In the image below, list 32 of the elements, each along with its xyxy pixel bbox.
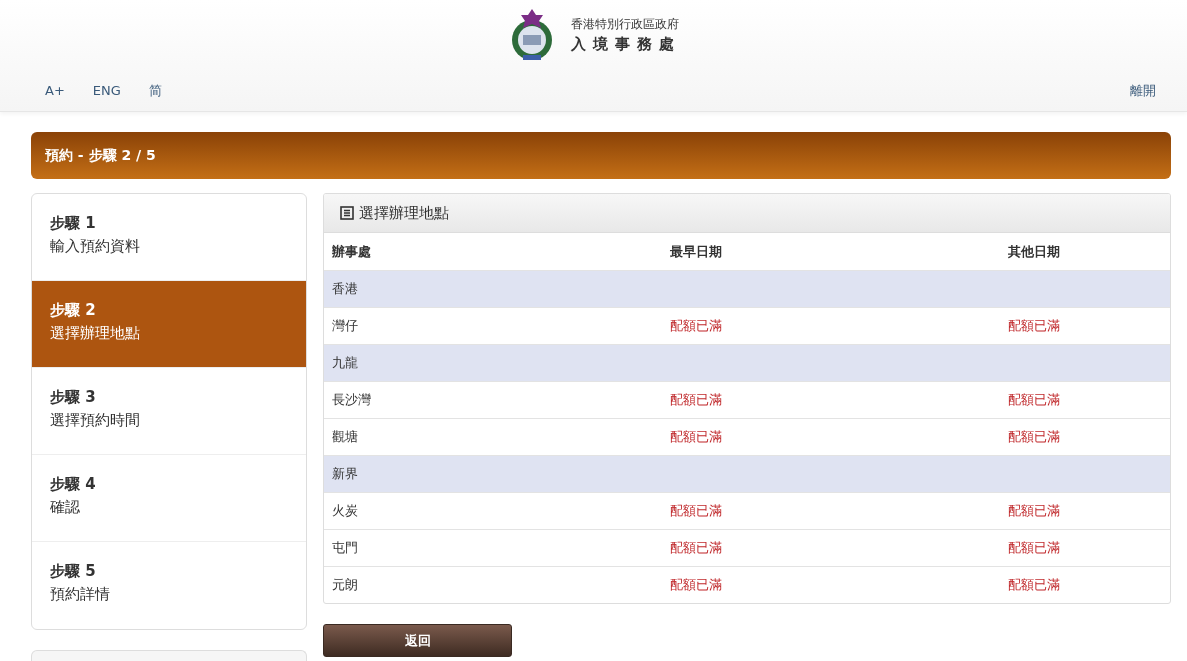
panel-title: 選擇辦理地點 (359, 202, 449, 224)
department-name: 入 境 事 務 處 (570, 33, 677, 55)
column-header: 其他日期 (1000, 233, 1170, 270)
office-name: 火炭 (324, 492, 662, 529)
back-button[interactable]: 返回 (323, 624, 512, 657)
region-name: 新界 (324, 455, 662, 492)
quota-status: 配額已滿 (1000, 529, 1170, 566)
step-item[interactable]: 步驟 2 選擇辦理地點 (32, 281, 306, 368)
office-name: 長沙灣 (324, 381, 662, 418)
column-header: 最早日期 (662, 233, 1000, 270)
step-title-bar: 預約 - 步驟 2 / 5 (31, 132, 1171, 179)
quota-status: 配額已滿 (662, 566, 1000, 603)
office-name: 屯門 (324, 529, 662, 566)
column-header: 辦事處 (324, 233, 662, 270)
office-name: 元朗 (324, 566, 662, 603)
government-name: 香港特別行政區政府 (570, 15, 679, 33)
step-item[interactable]: 步驟 3 選擇預約時間 (32, 368, 306, 455)
quota-status: 配額已滿 (1000, 492, 1170, 529)
list-icon (340, 206, 354, 220)
step-item[interactable]: 步驟 5 預約詳情 (32, 542, 306, 629)
nav-link[interactable]: ENG (92, 81, 121, 101)
nav-link[interactable]: A+ (45, 81, 65, 101)
exit-link[interactable]: 離開 (1130, 81, 1156, 101)
quota-status: 配額已滿 (1000, 381, 1170, 418)
step-item[interactable]: 步驟 4 確認 (32, 455, 306, 542)
quota-status: 配額已滿 (662, 529, 1000, 566)
region-name: 香港 (324, 270, 662, 307)
quota-status: 配額已滿 (662, 381, 1000, 418)
nav-link[interactable]: 简 (148, 81, 162, 101)
quota-status: 配額已滿 (1000, 566, 1170, 603)
region-name: 九龍 (324, 344, 662, 381)
quota-status: 配額已滿 (662, 492, 1000, 529)
